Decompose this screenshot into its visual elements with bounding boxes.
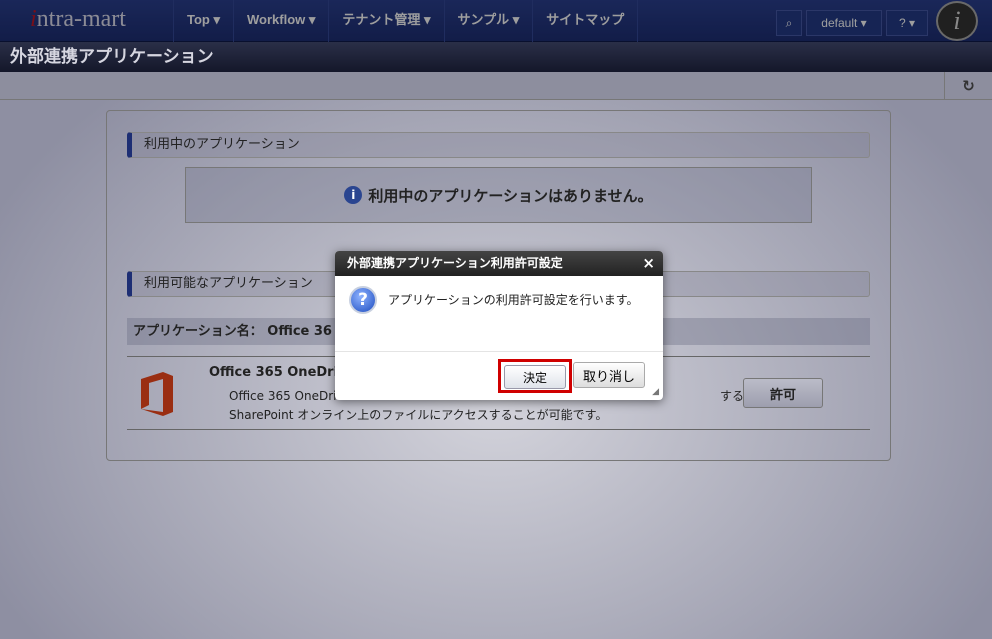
refresh-icon[interactable]: ↻ xyxy=(944,72,992,100)
app-title: Office 365 OneDriv xyxy=(209,365,347,380)
menu-sample[interactable]: サンプル ▾ xyxy=(443,0,533,42)
menu-sitemap[interactable]: サイトマップ xyxy=(532,0,639,42)
intra-mart-logo[interactable]: intra-mart xyxy=(30,6,170,36)
toolbar: ↻ xyxy=(0,72,992,100)
highlight-box: 決定 xyxy=(498,359,572,393)
permission-dialog: 外部連携アプリケーション利用許可設定 × ? アプリケーションの利用許可設定を行… xyxy=(335,251,663,400)
close-icon[interactable]: × xyxy=(642,254,655,272)
in-use-section-title: 利用中のアプリケーション xyxy=(127,132,870,158)
dialog-title[interactable]: 外部連携アプリケーション利用許可設定 xyxy=(335,251,663,276)
permit-button[interactable]: 許可 xyxy=(743,378,823,408)
menu-top[interactable]: Top ▾ xyxy=(173,0,233,42)
ok-button[interactable]: 決定 xyxy=(504,365,566,389)
top-nav: intra-mart Top ▾ Workflow ▾ テナント管理 ▾ サンプ… xyxy=(0,0,992,42)
main-menu: Top ▾ Workflow ▾ テナント管理 ▾ サンプル ▾ サイトマップ xyxy=(173,0,639,42)
dialog-footer: 決定 取り消し ◢ xyxy=(335,351,663,400)
page-title: 外部連携アプリケーション xyxy=(0,42,992,72)
empty-message: i 利用中のアプリケーションはありません。 xyxy=(185,167,812,223)
app-description-line2: SharePoint オンライン上のファイルにアクセスすることが可能です。 xyxy=(229,408,608,422)
user-menu[interactable]: default ▾ xyxy=(806,10,882,36)
question-icon: ? xyxy=(349,286,377,314)
info-icon: i xyxy=(344,186,363,204)
menu-tenant[interactable]: テナント管理 ▾ xyxy=(328,0,443,42)
help-menu[interactable]: ? ▾ xyxy=(886,10,928,36)
menu-workflow[interactable]: Workflow ▾ xyxy=(233,0,328,42)
office-icon xyxy=(141,372,173,416)
search-icon[interactable]: ⌕ xyxy=(776,10,802,36)
dialog-message: アプリケーションの利用許可設定を行います。 xyxy=(388,293,639,307)
user-avatar[interactable]: i xyxy=(936,1,978,41)
resize-grip-icon[interactable]: ◢ xyxy=(652,387,659,397)
cancel-button[interactable]: 取り消し xyxy=(573,362,645,388)
empty-text: 利用中のアプリケーションはありません。 xyxy=(368,187,653,205)
